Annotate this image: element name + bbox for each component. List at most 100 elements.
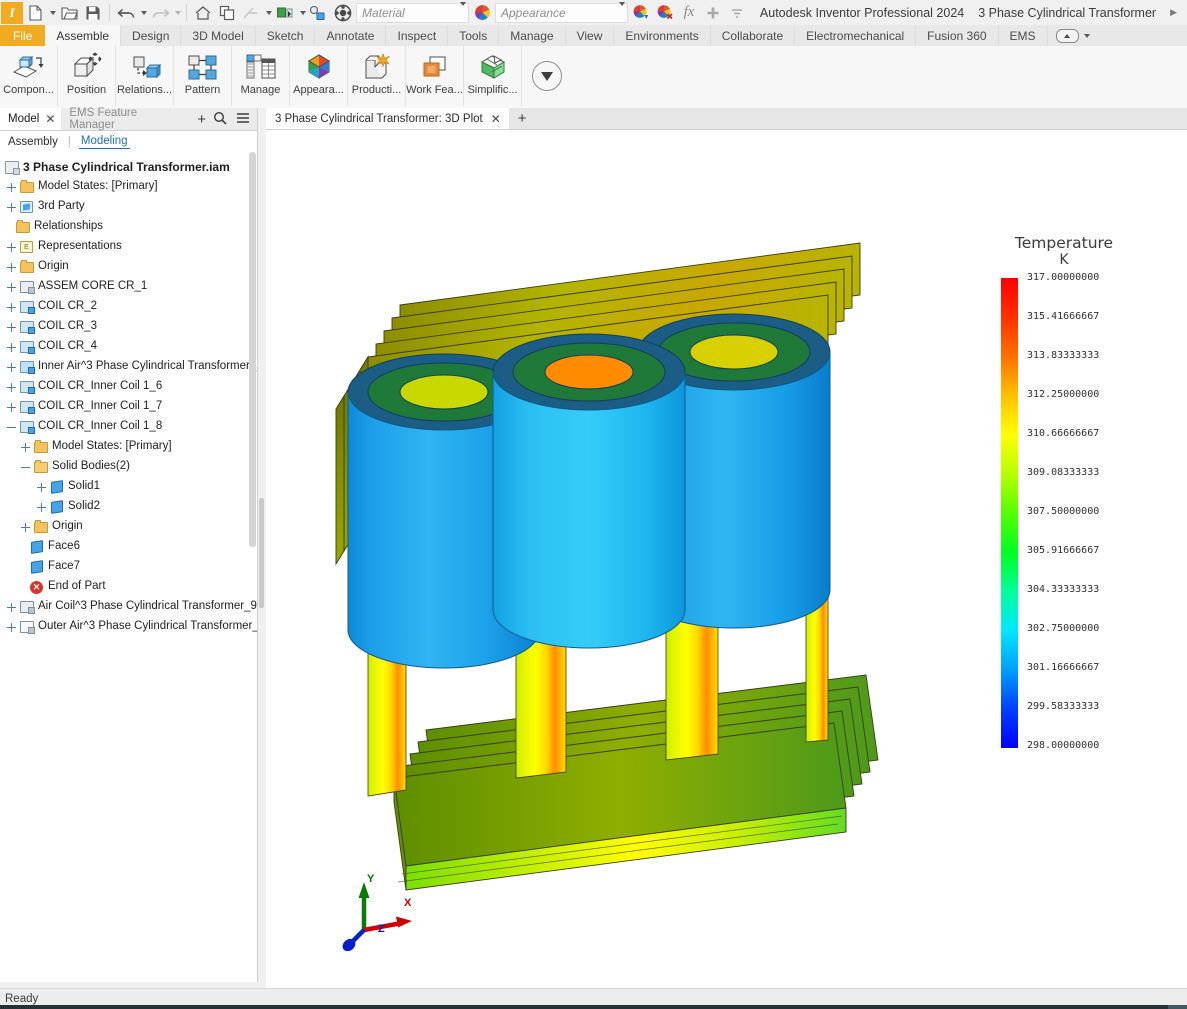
ribbon-overflow-button[interactable] [522, 46, 572, 106]
tree-item-face7[interactable]: Face7 [0, 557, 257, 577]
ribbon-button-relationships[interactable]: Relations... [116, 46, 174, 106]
browser-tab-ems-feature-manager[interactable]: EMS Feature Manager [61, 107, 190, 131]
expand-toggle-icon[interactable] [36, 502, 47, 513]
tree-item-origin-nested[interactable]: Origin [0, 517, 257, 537]
tree-item-representations[interactable]: E Representations [0, 237, 257, 257]
tree-item-model-states-nested[interactable]: Model States: [Primary] [0, 437, 257, 457]
tree-item-coil-cr-inner-coil-1-6[interactable]: COIL CR_Inner Coil 1_6 [0, 377, 257, 397]
ribbon-button-productivity[interactable]: Producti... [348, 46, 406, 106]
tree-item-3rd-party[interactable]: 3rd Party [0, 197, 257, 217]
tree-item-solid1[interactable]: Solid1 [0, 477, 257, 497]
expand-toggle-icon[interactable] [20, 522, 31, 533]
update-dropdown-icon[interactable] [297, 1, 307, 25]
expand-toggle-icon[interactable] [6, 262, 17, 273]
ribbon-tab-inspect[interactable]: Inspect [386, 25, 449, 46]
collapse-toggle-icon[interactable] [6, 422, 17, 433]
ribbon-tab-fusion-360[interactable]: Fusion 360 [916, 25, 999, 46]
tree-item-coil-cr-2[interactable]: COIL CR_2 [0, 297, 257, 317]
undo-dropdown-icon[interactable] [138, 1, 148, 25]
customize-toolbar-icon[interactable] [725, 1, 749, 25]
scrollbar-thumb[interactable] [249, 152, 256, 547]
ribbon-button-work-features[interactable]: Work Fea... [406, 46, 464, 106]
sub-tab-modeling[interactable]: Modeling [78, 135, 130, 149]
tree-item-assembly-root[interactable]: 3 Phase Cylindrical Transformer.iam [0, 157, 257, 177]
expand-toggle-icon[interactable] [36, 482, 47, 493]
collapse-toggle-icon[interactable] [20, 462, 31, 473]
ribbon-tab-3d-model[interactable]: 3D Model [181, 25, 256, 46]
ribbon-tab-design[interactable]: Design [121, 25, 182, 46]
tree-item-relationships[interactable]: Relationships [0, 217, 257, 237]
save-icon[interactable] [81, 1, 105, 25]
redo-dropdown-icon[interactable] [172, 1, 182, 25]
return-icon[interactable] [239, 1, 263, 25]
return-dropdown-icon[interactable] [263, 1, 273, 25]
ribbon-button-position[interactable]: Position [58, 46, 116, 106]
ribbon-tab-assemble[interactable]: Assemble [45, 25, 122, 46]
adjust-appearance-icon[interactable] [629, 1, 653, 25]
browser-add-tab-button[interactable]: + [190, 108, 213, 130]
undo-icon[interactable] [114, 1, 138, 25]
tree-item-coil-cr-inner-coil-1-8[interactable]: COIL CR_Inner Coil 1_8 [0, 417, 257, 437]
expand-toggle-icon[interactable] [20, 442, 31, 453]
add-to-toolbar-icon[interactable] [701, 1, 725, 25]
ribbon-button-component[interactable]: Compon... [0, 46, 58, 106]
tree-item-end-of-part[interactable]: ✕ End of Part [0, 577, 257, 597]
tree-item-air-coil[interactable]: Air Coil^3 Phase Cylindrical Transformer… [0, 597, 257, 617]
document-tab-3d-plot[interactable]: 3 Phase Cylindrical Transformer: 3D Plot… [266, 108, 509, 129]
new-file-icon[interactable] [23, 1, 47, 25]
document-add-tab-button[interactable]: + [509, 108, 536, 129]
tree-item-assem-core-cr-1[interactable]: ASSEM CORE CR_1 [0, 277, 257, 297]
select-icon[interactable] [307, 1, 331, 25]
ribbon-tab-sketch[interactable]: Sketch [256, 25, 316, 46]
new-file-dropdown-icon[interactable] [47, 1, 57, 25]
expand-toggle-icon[interactable] [6, 602, 17, 613]
home-icon[interactable] [191, 1, 215, 25]
expand-toggle-icon[interactable] [6, 282, 17, 293]
material-combo[interactable]: Material [356, 1, 469, 23]
expand-toggle-icon[interactable] [6, 382, 17, 393]
ribbon-tab-manage[interactable]: Manage [499, 25, 566, 46]
expand-toggle-icon[interactable] [6, 402, 17, 413]
expand-toggle-icon[interactable] [6, 242, 17, 253]
tree-item-coil-cr-3[interactable]: COIL CR_3 [0, 317, 257, 337]
close-icon[interactable]: ✕ [45, 113, 55, 125]
appearance-wheel-icon[interactable] [470, 1, 494, 25]
fx-parameters-icon[interactable]: fx [677, 1, 701, 25]
ribbon-tab-file[interactable]: File [0, 25, 46, 46]
expand-toggle-icon[interactable] [6, 182, 17, 193]
inventor-logo-icon[interactable]: I [1, 1, 23, 24]
graphics-window[interactable]: Y X Z Temperature K 317.00000000 315.416… [266, 130, 1187, 988]
tree-item-solid2[interactable]: Solid2 [0, 497, 257, 517]
tree-item-coil-cr-4[interactable]: COIL CR_4 [0, 337, 257, 357]
sub-tab-assembly[interactable]: Assembly [6, 136, 60, 148]
ribbon-minimize-button[interactable] [1048, 25, 1098, 46]
material-browser-icon[interactable] [331, 1, 355, 25]
expand-toggle-icon[interactable] [6, 342, 17, 353]
tree-item-inner-air[interactable]: Inner Air^3 Phase Cylindrical Transforme… [0, 357, 257, 377]
update-icon[interactable] [273, 1, 297, 25]
ribbon-button-appearance[interactable]: Appeara... [290, 46, 348, 106]
ribbon-tab-electromechanical[interactable]: Electromechanical [795, 25, 917, 46]
ribbon-button-pattern[interactable]: Pattern [174, 46, 232, 106]
appearance-combo[interactable]: Appearance [495, 1, 628, 23]
ribbon-button-manage[interactable]: Manage [232, 46, 290, 106]
ribbon-tab-tools[interactable]: Tools [448, 25, 500, 46]
ribbon-tab-collaborate[interactable]: Collaborate [711, 25, 796, 46]
open-file-icon[interactable] [57, 1, 81, 25]
expand-toggle-icon[interactable] [6, 202, 17, 213]
tree-item-face6[interactable]: Face6 [0, 537, 257, 557]
expand-toggle-icon[interactable] [6, 322, 17, 333]
ribbon-tab-ems[interactable]: EMS [999, 25, 1048, 46]
hamburger-menu-icon[interactable] [236, 112, 250, 127]
tree-item-origin[interactable]: Origin [0, 257, 257, 277]
ribbon-tab-annotate[interactable]: Annotate [315, 25, 387, 46]
browser-vertical-scrollbar[interactable] [249, 152, 256, 652]
tree-item-outer-air[interactable]: Outer Air^3 Phase Cylindrical Transforme… [0, 617, 257, 637]
tree-item-model-states[interactable]: Model States: [Primary] [0, 177, 257, 197]
splitter-grip[interactable] [259, 498, 264, 608]
search-icon[interactable] [213, 111, 227, 128]
search-expand-icon[interactable]: ▶ [1170, 7, 1177, 18]
ribbon-tab-view[interactable]: View [566, 25, 615, 46]
ribbon-tab-environments[interactable]: Environments [614, 25, 711, 46]
clear-appearance-icon[interactable] [653, 1, 677, 25]
